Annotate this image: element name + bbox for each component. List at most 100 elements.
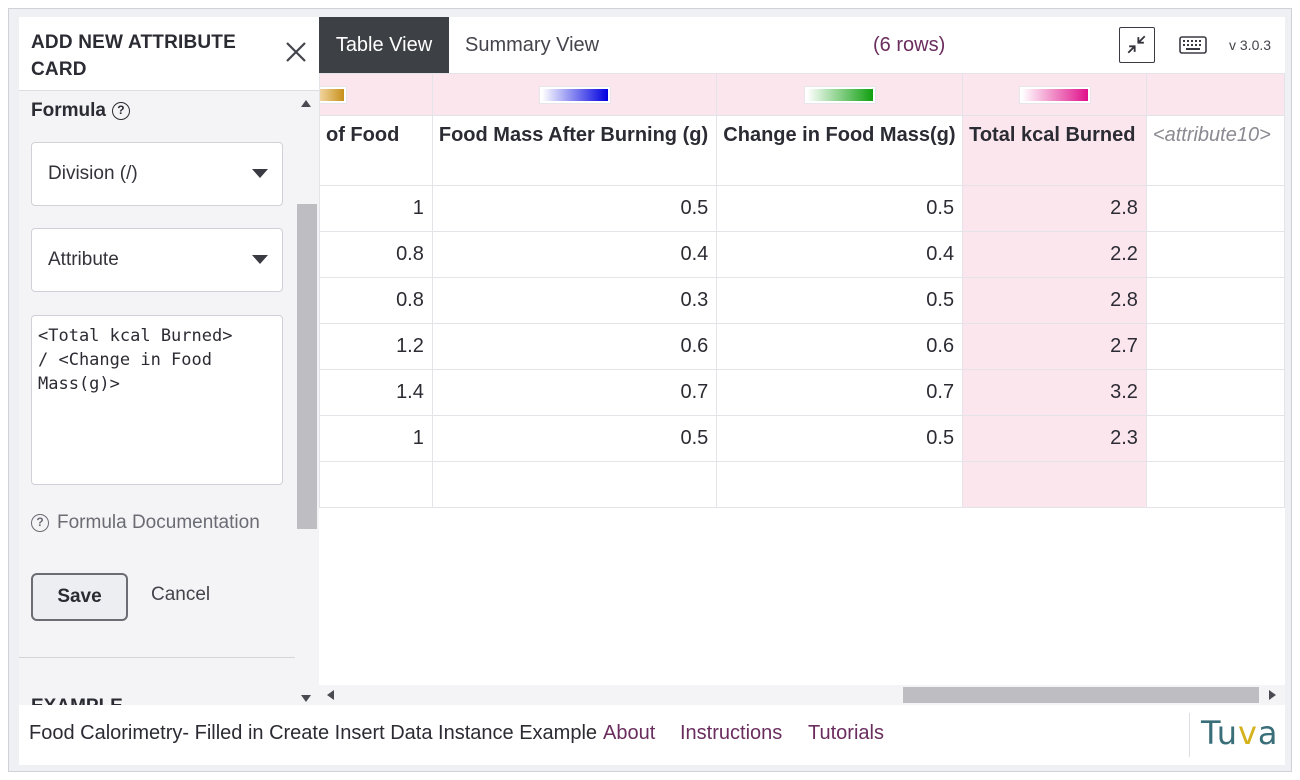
column-header[interactable]: <attribute10>	[1145, 115, 1285, 186]
panel-scroll-thumb[interactable]	[297, 204, 317, 529]
table-cell[interactable]: 0.5	[716, 185, 964, 232]
attribute-card-panel: ADD NEW ATTRIBUTE CARD Formula ? Divisio…	[19, 17, 319, 705]
table-row: 1.2 0.6 0.6 2.7	[319, 323, 1285, 370]
logo-prefix: Tu	[1201, 714, 1238, 752]
about-link[interactable]: About	[603, 705, 655, 761]
table-cell[interactable]: 0.8	[319, 277, 433, 324]
view-toolbar: Table View Summary View (6 rows) v 3.0.3	[319, 17, 1285, 73]
table-cell[interactable]: 2.2	[962, 231, 1147, 278]
table-cell[interactable]: 1	[319, 185, 433, 232]
header-row: of Food Food Mass After Burning (g) Change…	[319, 115, 1285, 186]
table-cell[interactable]	[1145, 231, 1285, 278]
close-icon	[286, 42, 306, 62]
empty-cell[interactable]	[319, 461, 433, 508]
table-cell[interactable]	[1145, 277, 1285, 324]
attribute-select-value: Attribute	[48, 249, 119, 270]
close-button[interactable]	[283, 39, 309, 65]
table-row: 1 0.5 0.5 2.3	[319, 415, 1285, 462]
table-horizontal-scrollbar[interactable]	[319, 685, 1285, 705]
column-header[interactable]: Change in Food Mass(g)	[716, 115, 964, 186]
formula-documentation-label: Formula Documentation	[57, 512, 260, 533]
color-swatch[interactable]	[539, 86, 610, 103]
table-cell[interactable]: 0.5	[716, 277, 964, 324]
instructions-link[interactable]: Instructions	[680, 705, 782, 761]
data-table: of Food Food Mass After Burning (g) Change…	[319, 73, 1285, 675]
swatch-cell	[431, 73, 718, 116]
data-table-grid: of Food Food Mass After Burning (g) Change…	[319, 73, 1285, 508]
tutorials-link[interactable]: Tutorials	[808, 705, 884, 761]
table-row: 0.8 0.4 0.4 2.2	[319, 231, 1285, 278]
scroll-down-icon[interactable]	[301, 695, 311, 702]
tab-table-view[interactable]: Table View	[319, 17, 449, 73]
table-cell[interactable]: 0.3	[431, 277, 718, 324]
table-cell[interactable]: 0.5	[716, 415, 964, 462]
column-header[interactable]: Total kcal Burned	[962, 115, 1147, 186]
table-cell[interactable]: 0.7	[716, 369, 964, 416]
table-cell[interactable]	[1145, 415, 1285, 462]
table-cell[interactable]	[1145, 323, 1285, 370]
table-row: 1 0.5 0.5 2.8	[319, 185, 1285, 232]
collapse-arrows-icon	[1127, 35, 1146, 54]
table-cell[interactable]: 0.6	[431, 323, 718, 370]
operator-select[interactable]: Division (/)	[31, 142, 283, 206]
swatch-cell	[319, 73, 433, 116]
logo-v: v	[1237, 714, 1258, 752]
table-cell[interactable]: 0.4	[716, 231, 964, 278]
logo-suffix: a	[1257, 714, 1279, 752]
swatch-cell	[1145, 73, 1285, 116]
table-cell[interactable]: 0.5	[431, 415, 718, 462]
table-cell[interactable]: 2.7	[962, 323, 1147, 370]
app-frame: ADD NEW ATTRIBUTE CARD Formula ? Divisio…	[8, 8, 1292, 772]
table-cell[interactable]: 0.7	[431, 369, 718, 416]
formula-label-text: Formula	[31, 100, 106, 121]
table-cell[interactable]: 0.4	[431, 231, 718, 278]
version-label: v 3.0.3	[1229, 37, 1272, 53]
empty-cell[interactable]	[431, 461, 718, 508]
new-row	[319, 461, 1285, 508]
color-swatch[interactable]	[804, 86, 875, 103]
collapse-button[interactable]	[1119, 27, 1155, 63]
chevron-down-icon	[252, 169, 268, 178]
save-button[interactable]: Save	[31, 573, 128, 621]
horizontal-scroll-thumb[interactable]	[903, 687, 1259, 703]
chevron-down-icon	[252, 255, 268, 264]
table-cell[interactable]: 0.8	[319, 231, 433, 278]
table-cell[interactable]: 1.4	[319, 369, 433, 416]
panel-scrollbar[interactable]	[295, 92, 319, 705]
table-cell[interactable]	[1145, 369, 1285, 416]
table-cell[interactable]: 2.8	[962, 185, 1147, 232]
empty-cell[interactable]	[716, 461, 964, 508]
empty-cell[interactable]	[1145, 461, 1285, 508]
scroll-up-icon[interactable]	[301, 100, 311, 107]
empty-cell[interactable]	[962, 461, 1147, 508]
color-swatch[interactable]	[1019, 86, 1090, 103]
table-cell[interactable]: 3.2	[962, 369, 1147, 416]
table-cell[interactable]: 1.2	[319, 323, 433, 370]
table-cell[interactable]: 1	[319, 415, 433, 462]
swatch-cell	[962, 73, 1147, 116]
data-view: Table View Summary View (6 rows) v 3.0.3…	[319, 17, 1285, 705]
operator-select-value: Division (/)	[48, 163, 138, 184]
row-count: (6 rows)	[873, 34, 946, 56]
color-swatch[interactable]	[319, 86, 346, 103]
tuva-logo[interactable]: Tuva	[1201, 705, 1279, 761]
table-cell[interactable]: 0.5	[431, 185, 718, 232]
formula-textarea[interactable]: <Total kcal Burned> / <Change in Food Ma…	[31, 315, 283, 485]
keyboard-icon	[1179, 36, 1207, 54]
table-cell[interactable]: 2.8	[962, 277, 1147, 324]
panel-header: ADD NEW ATTRIBUTE CARD	[19, 17, 319, 91]
column-header[interactable]: of Food	[319, 115, 433, 186]
table-cell[interactable]: 2.3	[962, 415, 1147, 462]
table-row: 1.4 0.7 0.7 3.2	[319, 369, 1285, 416]
formula-documentation-link[interactable]: ? Formula Documentation	[31, 512, 260, 534]
cancel-button[interactable]: Cancel	[151, 584, 210, 606]
help-icon[interactable]: ?	[111, 102, 130, 120]
tab-summary-view[interactable]: Summary View	[465, 17, 599, 73]
table-cell[interactable]	[1145, 185, 1285, 232]
scroll-left-icon[interactable]	[327, 690, 334, 700]
scroll-right-icon[interactable]	[1269, 690, 1276, 700]
attribute-select[interactable]: Attribute	[31, 228, 283, 292]
keyboard-button[interactable]	[1179, 35, 1207, 55]
table-cell[interactable]: 0.6	[716, 323, 964, 370]
column-header[interactable]: Food Mass After Burning (g)	[431, 115, 718, 186]
